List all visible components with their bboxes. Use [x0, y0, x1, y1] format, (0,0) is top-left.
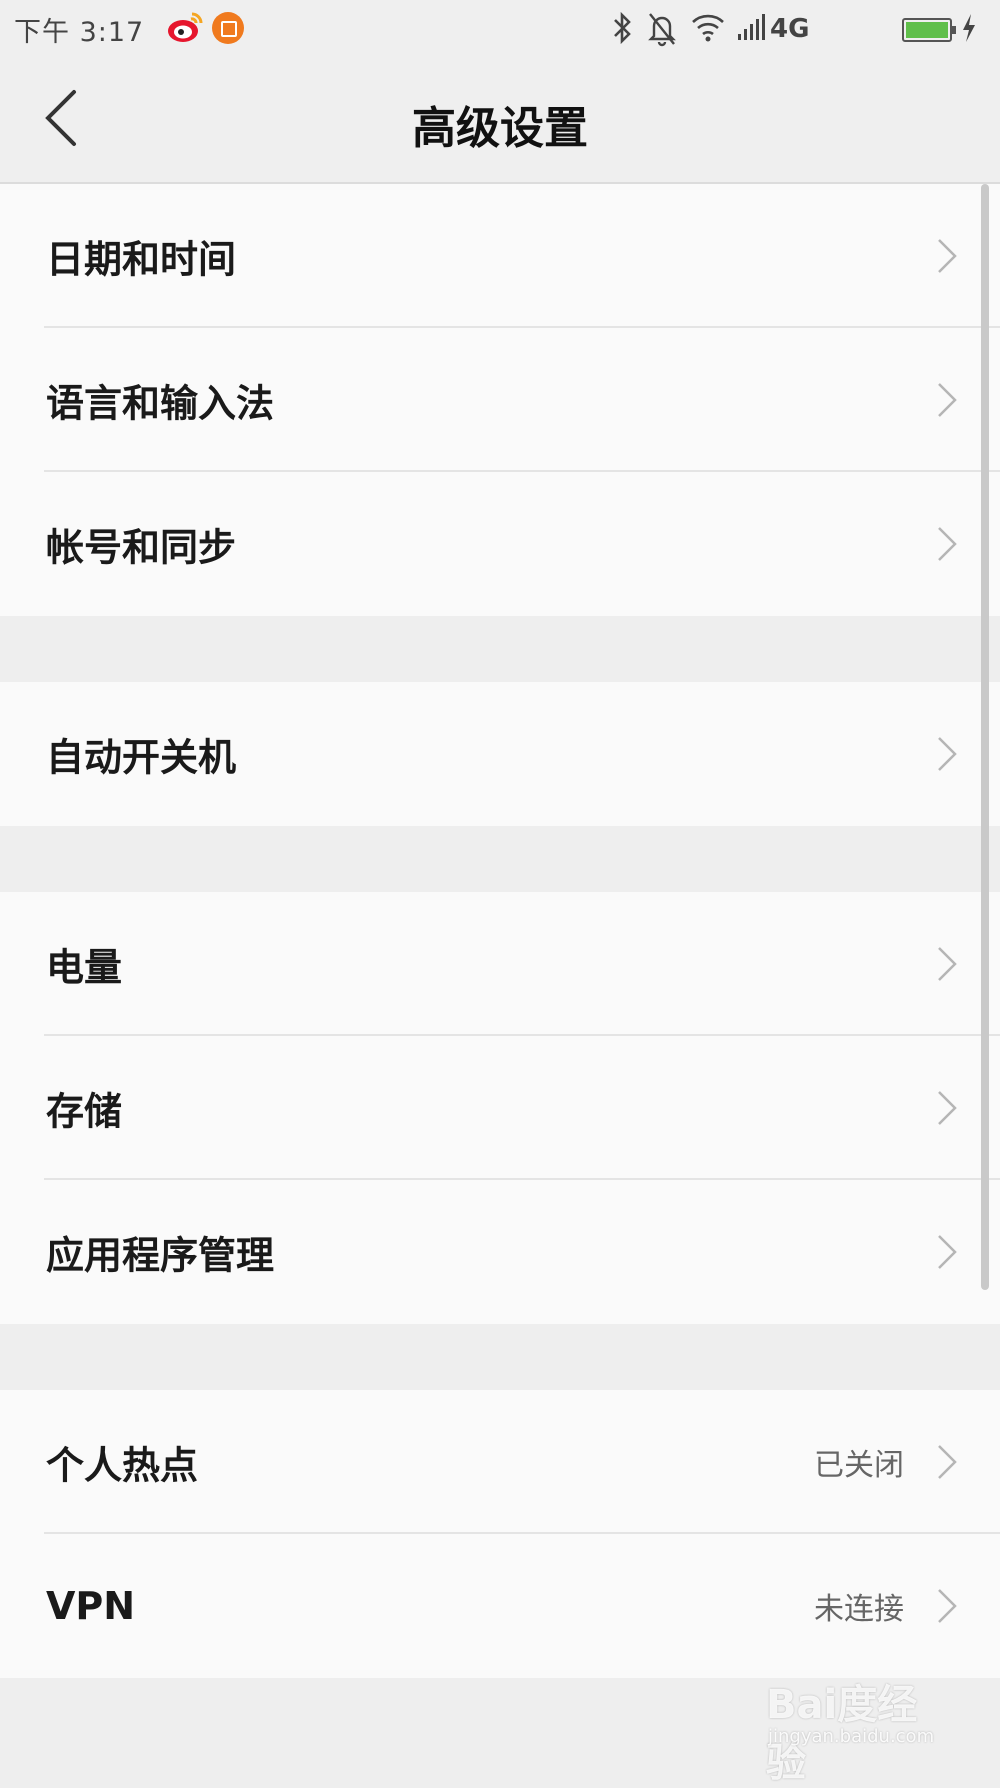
- status-bar: 下午 3:17 4G: [0, 0, 1000, 56]
- settings-item-label: 日期和时间: [46, 237, 237, 282]
- settings-item-label: 存储: [46, 1089, 123, 1134]
- chevron-right-icon: [938, 947, 957, 981]
- bell-off-icon: [648, 13, 676, 47]
- settings-item-status: 已关闭: [814, 1448, 904, 1483]
- settings-list: 日期和时间 语言和输入法 帐号和同步 自动开关机 电量 存储 应用程序管理 个人…: [0, 184, 1000, 1744]
- crop-app-icon: [212, 12, 244, 44]
- settings-item-label: 语言和输入法: [46, 381, 275, 426]
- chevron-right-icon: [938, 383, 957, 417]
- settings-item-label: 应用程序管理: [46, 1233, 275, 1278]
- wifi-icon: [692, 14, 724, 42]
- section-gap: [0, 616, 1000, 682]
- settings-item-vpn[interactable]: VPN 未连接: [0, 1534, 1000, 1678]
- settings-item-accounts-sync[interactable]: 帐号和同步: [0, 472, 1000, 616]
- settings-item-hotspot[interactable]: 个人热点 已关闭: [0, 1390, 1000, 1534]
- chevron-right-icon: [938, 1445, 957, 1479]
- status-time: 下午 3:17: [14, 17, 145, 48]
- settings-group-power: 自动开关机: [0, 682, 1000, 826]
- settings-item-status: 未连接: [814, 1592, 904, 1627]
- chevron-right-icon: [938, 239, 957, 273]
- section-gap: [0, 1324, 1000, 1390]
- app-bar: 高级设置: [0, 56, 1000, 184]
- network-type: 4G: [770, 14, 810, 44]
- section-gap: [0, 826, 1000, 892]
- weibo-icon: [168, 12, 203, 42]
- settings-group-general: 日期和时间 语言和输入法 帐号和同步: [0, 184, 1000, 616]
- watermark-url: jingyan.baidu.com: [768, 1726, 935, 1747]
- settings-item-label: 帐号和同步: [46, 525, 237, 570]
- settings-group-network: 个人热点 已关闭 VPN 未连接: [0, 1390, 1000, 1678]
- battery-icon: [902, 18, 956, 42]
- chevron-right-icon: [938, 1235, 957, 1269]
- scrollbar[interactable]: [981, 184, 989, 1290]
- settings-item-label: 个人热点: [46, 1443, 199, 1488]
- settings-item-label: 自动开关机: [46, 735, 237, 780]
- settings-item-language-input[interactable]: 语言和输入法: [0, 328, 1000, 472]
- chevron-right-icon: [938, 527, 957, 561]
- settings-item-auto-power[interactable]: 自动开关机: [0, 682, 1000, 826]
- settings-group-device: 电量 存储 应用程序管理: [0, 892, 1000, 1324]
- settings-item-date-time[interactable]: 日期和时间: [0, 184, 1000, 328]
- settings-item-battery[interactable]: 电量: [0, 892, 1000, 1036]
- chevron-right-icon: [938, 1589, 957, 1623]
- settings-item-label: VPN: [46, 1584, 136, 1628]
- page-title: 高级设置: [412, 103, 588, 154]
- chevron-right-icon: [938, 737, 957, 771]
- chevron-right-icon: [938, 1091, 957, 1125]
- signal-icon: [738, 14, 765, 40]
- settings-item-storage[interactable]: 存储: [0, 1036, 1000, 1180]
- settings-item-label: 电量: [46, 945, 123, 990]
- bluetooth-icon: [614, 11, 631, 45]
- charging-icon: [963, 14, 975, 42]
- status-icons: 4G: [610, 8, 990, 48]
- settings-item-app-management[interactable]: 应用程序管理: [0, 1180, 1000, 1324]
- baidu-jingyan-watermark: Bai度经验 jingyan.baidu.com: [766, 1672, 946, 1786]
